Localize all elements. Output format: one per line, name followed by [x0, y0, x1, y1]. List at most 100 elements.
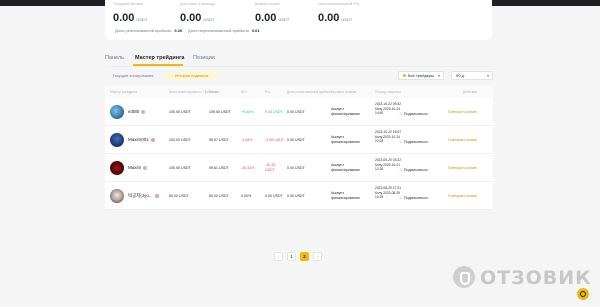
- balance-cell: 96.97 USDT: [209, 138, 229, 142]
- watermark-logo-icon: [453, 266, 475, 288]
- invested-cell: 100.00 USDT: [169, 166, 191, 170]
- avatar[interactable]: [110, 105, 124, 119]
- repeat-copy-link[interactable]: Повторить копию: [448, 138, 477, 142]
- star-outline-icon: ☆: [399, 167, 403, 173]
- reason-cell: Аккаунт финансирования: [331, 191, 360, 200]
- table-row: Maxim 100.00 USDT 59.61 USDT -30.33% -30…: [105, 154, 493, 182]
- trader-name[interactable]: e3t80: [128, 109, 146, 114]
- period-end-prefix: Кону: [375, 190, 383, 195]
- balance-cell: 109.50 USDT: [209, 110, 231, 114]
- header-pnl: PnL: [265, 90, 271, 94]
- avatar[interactable]: [110, 133, 124, 147]
- follow-button[interactable]: ☆Подписаться: [399, 195, 428, 200]
- tab-positions[interactable]: Позиции: [193, 55, 215, 61]
- period-cell: 2023-09-20 03:22 Кону 2023-10-01 12:34: [375, 158, 401, 172]
- trader-name[interactable]: Maxim001: [128, 137, 155, 142]
- available-value: 0.00: [180, 12, 202, 24]
- roi-cell: -30.33%: [241, 166, 255, 170]
- unrealized-unit: USDT: [341, 17, 353, 22]
- badge-icon: [141, 109, 146, 114]
- period-end-time: 14:40: [375, 111, 384, 116]
- balance-unit: USDT: [136, 17, 148, 22]
- period-end-prefix: Кону: [375, 162, 383, 167]
- repeat-copy-link[interactable]: Повторить копию: [448, 110, 477, 114]
- period-end-time: 12:34: [375, 167, 384, 172]
- pnl-cell: 9.43 USDT: [265, 110, 283, 114]
- period-end-time: 10:25: [375, 195, 384, 200]
- summary-card: Текущий баланс 0.00 USDT Доступно к вывод…: [105, 0, 492, 40]
- next-page-button[interactable]: ›: [313, 252, 322, 261]
- pnl-cell: -30.33 USDT: [265, 163, 276, 172]
- page-button[interactable]: 1: [287, 252, 296, 261]
- period-end-date: 2023-08-29: [383, 190, 401, 195]
- headset-icon[interactable]: [577, 288, 589, 300]
- traders-select-icon: [403, 74, 406, 78]
- period-cell: 2023-10-22 16:57 Кону 2023-10-24 22:03: [375, 130, 401, 144]
- realized-pnl-label: Доля реализованной прибыли: [115, 28, 172, 33]
- roi-cell: 0.00%: [241, 194, 252, 198]
- period-end-date: 2023-10-24: [383, 106, 401, 111]
- invested-cell: 50.00 USDT: [169, 194, 189, 198]
- balance-value: 0.00: [113, 12, 135, 24]
- period-select[interactable]: 90 д. ▾: [451, 71, 493, 80]
- repeat-copy-link[interactable]: Повторить копию: [448, 194, 477, 198]
- page-button-current[interactable]: 2: [300, 252, 309, 261]
- roi-cell: -3.08%: [241, 138, 253, 142]
- tab-master-trading[interactable]: Мастер трейдинга: [135, 55, 184, 61]
- star-outline-icon: ☆: [399, 195, 403, 201]
- period-end-date: 2023-10-24: [383, 134, 401, 139]
- tab-panel[interactable]: Панель: [105, 55, 124, 61]
- current-copies-button[interactable]: Текущие копирования: [107, 71, 159, 80]
- realized-share-cell: 0.00 USDT: [287, 138, 305, 142]
- prev-page-button[interactable]: ‹: [274, 252, 283, 261]
- pnl-cell: 0.00 USDT: [265, 194, 283, 198]
- roi-cell: +9.44%: [241, 110, 254, 114]
- avatar[interactable]: [110, 161, 124, 175]
- follow-button[interactable]: ☆Подписаться: [399, 139, 428, 144]
- pnl-cell: -3.08 USDT: [265, 138, 284, 142]
- reason-cell: Аккаунт финансирования: [331, 163, 360, 172]
- header-period: Период подписки: [375, 90, 401, 94]
- unrealized-share-row: Доля нереализованной прибыли 0.61: [188, 28, 260, 33]
- unrealized-value: 0.00: [318, 12, 340, 24]
- realized-share-cell: 0.00 USDT: [287, 166, 305, 170]
- star-outline-icon: ☆: [399, 139, 403, 145]
- header-reason: Причина отписки: [331, 90, 357, 94]
- realized-share-cell: 0.00 USDT: [287, 194, 305, 198]
- realized-pnl-row: Доля реализованной прибыли 9.26: [115, 28, 182, 33]
- available-unit: USDT: [203, 17, 215, 22]
- header-roi: ROI: [241, 90, 247, 94]
- watermark: ОТЗОВИК: [453, 263, 598, 293]
- badge-icon: [143, 165, 148, 170]
- badge-icon: [150, 137, 155, 142]
- margin-value: 0.00: [255, 12, 277, 24]
- period-end-date: 2023-10-01: [383, 162, 401, 167]
- unrealized-share-label: Доля нереализованной прибыли: [188, 28, 249, 33]
- follow-button[interactable]: ☆Подписаться: [399, 167, 428, 172]
- watermark-text: ОТЗОВИК: [480, 267, 592, 289]
- repeat-copy-link[interactable]: Повторить копию: [448, 166, 477, 170]
- star-outline-icon: ☆: [399, 111, 403, 117]
- trader-name[interactable]: Maxim: [128, 165, 148, 170]
- period-end-prefix: Кону: [375, 106, 383, 111]
- follow-button[interactable]: ☆Подписаться: [399, 111, 428, 116]
- balance-cell: 50.00 USDT: [209, 194, 229, 198]
- margin-unit: USDT: [278, 17, 290, 22]
- trader-name[interactable]: 박공지(Jyo...: [128, 193, 159, 199]
- period-select-value: 90 д.: [456, 73, 466, 78]
- traders-select[interactable]: Все трейдеры ▾: [398, 71, 444, 80]
- period-cell: 2023-10-22 09:42 Кону 2023-10-24 14:40: [375, 102, 401, 116]
- invested-cell: 100.00 USDT: [169, 138, 191, 142]
- table-row: e3t80 100.00 USDT 109.50 USDT +9.44% 9.4…: [105, 98, 493, 126]
- chevron-down-icon: ▾: [437, 73, 440, 78]
- balance-label: Текущий баланс: [113, 1, 144, 6]
- reason-cell: Аккаунт финансирования: [331, 135, 360, 144]
- period-end-time: 22:03: [375, 139, 384, 144]
- header-balance: Баланс: [209, 90, 220, 94]
- traders-select-value: Все трейдеры: [408, 73, 435, 78]
- history-button[interactable]: История подписок: [166, 71, 217, 80]
- unrealized-label: Нереализованный PnL: [318, 1, 361, 6]
- period-end-prefix: Кону: [375, 134, 383, 139]
- invested-cell: 100.00 USDT: [169, 110, 191, 114]
- avatar[interactable]: [110, 189, 124, 203]
